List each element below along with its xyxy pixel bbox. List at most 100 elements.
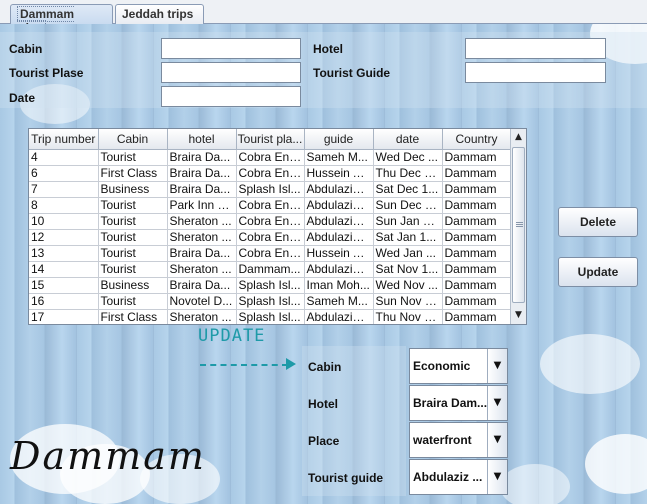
table-cell: Dammam	[442, 293, 512, 310]
table-row[interactable]: 14 Tourist Sheraton ... Dammam... Abdulaziz …	[29, 261, 512, 278]
table-cell: Abdulaziz ...	[304, 181, 374, 198]
table-cell: Cobra Ent...	[236, 213, 305, 230]
tourist-place-label: Tourist Plase	[9, 66, 84, 80]
table-cell: Sheraton ...	[167, 261, 237, 278]
table-cell: 15	[29, 277, 99, 294]
table-cell: 17	[29, 309, 99, 324]
trips-table-grid: Trip number Cabin hotel Tourist pla... g…	[29, 129, 512, 324]
arrow-right-icon	[286, 358, 296, 370]
table-row[interactable]: 10 Tourist Sheraton ... Cobra Ent... Abdulaz…	[29, 213, 512, 230]
table-row[interactable]: 6 First Class Braira Da... Cobra Ent... Huss…	[29, 165, 512, 182]
table-cell: 6	[29, 165, 99, 182]
table-cell: Sat Dec 1...	[373, 181, 443, 198]
table-cell: Cobra Ent...	[236, 197, 305, 214]
table-cell: Wed Nov ...	[373, 277, 443, 294]
table-cell: Tourist	[98, 245, 168, 262]
table-cell: 16	[29, 293, 99, 310]
table-cell: Sameh M...	[304, 149, 374, 166]
arrow-up-icon[interactable]: ▲	[511, 129, 526, 145]
chevron-down-icon[interactable]: ▼	[487, 349, 507, 383]
hotel-combo[interactable]: Braira Dam... ▼	[409, 385, 508, 421]
dashed-arrow-line	[200, 364, 288, 366]
table-row[interactable]: 7 Business Braira Da... Splash Isl... Abdula…	[29, 181, 512, 198]
table-cell: Sheraton ...	[167, 229, 237, 246]
table-cell: Tourist	[98, 213, 168, 230]
column-header[interactable]: date	[373, 129, 443, 150]
table-cell: Sun Jan 1...	[373, 213, 443, 230]
table-cell: 12	[29, 229, 99, 246]
table-cell: First Class	[98, 165, 168, 182]
table-cell: Sameh M...	[304, 293, 374, 310]
date-field[interactable]	[161, 86, 301, 107]
update-heading: UPDATE	[198, 326, 266, 346]
update-guide-label: Tourist guide	[308, 471, 384, 485]
table-cell: 10	[29, 213, 99, 230]
place-combo[interactable]: waterfront ▼	[409, 422, 508, 458]
table-cell: 4	[29, 149, 99, 166]
table-cell: Thu Nov 1...	[373, 309, 443, 324]
table-cell: 8	[29, 197, 99, 214]
hotel-combo-value: Braira Dam...	[413, 396, 487, 410]
date-label: Date	[9, 91, 36, 105]
table-cell: Splash Isl...	[236, 293, 305, 310]
trips-table[interactable]: Trip number Cabin hotel Tourist pla... g…	[28, 128, 527, 325]
table-cell: Sat Jan 1...	[373, 229, 443, 246]
table-row[interactable]: 8 Tourist Park Inn b... Cobra Ent... Abdulaz…	[29, 197, 512, 214]
column-header[interactable]: Cabin	[98, 129, 168, 150]
column-header[interactable]: Tourist pla...	[236, 129, 305, 150]
table-cell: Dammam	[442, 181, 512, 198]
chevron-down-icon[interactable]: ▼	[487, 460, 507, 494]
table-cell: Dammam	[442, 213, 512, 230]
table-cell: Novotel D...	[167, 293, 237, 310]
update-hotel-label: Hotel	[308, 397, 338, 411]
table-cell: Dammam	[442, 277, 512, 294]
column-header[interactable]: Country	[442, 129, 512, 150]
table-cell: Splash Isl...	[236, 181, 305, 198]
tab-dammam-trips[interactable]: Dammam trips	[10, 4, 113, 36]
column-header[interactable]: Trip number	[29, 129, 99, 150]
column-header[interactable]: guide	[304, 129, 374, 150]
cabin-combo[interactable]: Economic ▼	[409, 348, 508, 384]
table-row[interactable]: 15 Business Braira Da... Splash Isl... Iman …	[29, 277, 512, 294]
hotel-field[interactable]	[465, 38, 606, 59]
table-cell: Thu Dec 1...	[373, 165, 443, 182]
tab-jeddah-label: Jeddah trips	[122, 7, 194, 21]
table-cell: Business	[98, 181, 168, 198]
table-cell: Sat Nov 1...	[373, 261, 443, 278]
table-row[interactable]: 4 Tourist Braira Da... Cobra Ent... Sameh M.…	[29, 149, 512, 166]
tab-strip: Dammam trips Jeddah trips	[0, 0, 647, 36]
table-cell: Tourist	[98, 293, 168, 310]
table-row[interactable]: 13 Tourist Braira Da... Cobra Ent... Hussein…	[29, 245, 512, 262]
table-cell: Tourist	[98, 229, 168, 246]
table-cell: Abdulaziz ...	[304, 261, 374, 278]
column-header[interactable]: hotel	[167, 129, 237, 150]
table-cell: Dammam	[442, 229, 512, 246]
cabin-label: Cabin	[9, 42, 43, 56]
tourist-guide-field[interactable]	[465, 62, 606, 83]
table-cell: Abdulaziz ...	[304, 309, 374, 324]
table-cell: Hussein A...	[304, 245, 374, 262]
table-cell: 13	[29, 245, 99, 262]
tab-jeddah-trips[interactable]: Jeddah trips	[115, 4, 204, 24]
table-cell: Cobra Ent...	[236, 165, 305, 182]
scrollbar-thumb[interactable]	[512, 147, 525, 303]
guide-combo[interactable]: Abdulaziz ... ▼	[409, 459, 508, 495]
table-row[interactable]: 17 First Class Sheraton ... Splash Isl... Ab…	[29, 309, 512, 324]
table-cell: Cobra Ent...	[236, 149, 305, 166]
update-button[interactable]: Update	[558, 257, 638, 287]
table-cell: Braira Da...	[167, 181, 237, 198]
table-row[interactable]: 12 Tourist Sheraton ... Cobra Ent... Abdulaz…	[29, 229, 512, 246]
arrow-down-icon[interactable]: ▼	[511, 307, 526, 323]
delete-button[interactable]: Delete	[558, 207, 638, 237]
table-cell: Braira Da...	[167, 277, 237, 294]
chevron-down-icon[interactable]: ▼	[487, 423, 507, 457]
table-scrollbar[interactable]: ▲ ▼	[510, 129, 526, 324]
table-cell: Sun Nov 1...	[373, 293, 443, 310]
table-row[interactable]: 16 Tourist Novotel D... Splash Isl... Sameh …	[29, 293, 512, 310]
table-cell: Dammam	[442, 261, 512, 278]
cabin-field[interactable]	[161, 38, 301, 59]
grip-line	[516, 222, 523, 223]
tourist-place-field[interactable]	[161, 62, 301, 83]
chevron-down-icon[interactable]: ▼	[487, 386, 507, 420]
cloud-decoration	[585, 434, 647, 494]
